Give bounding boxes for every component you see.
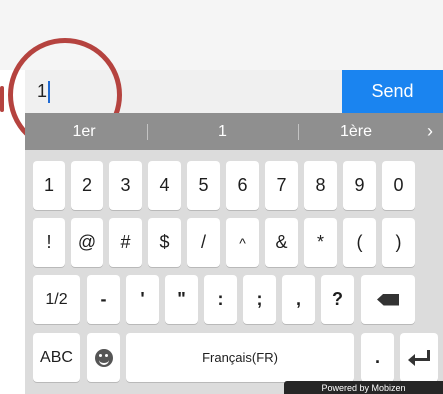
key-0[interactable]: 0 <box>382 161 415 210</box>
key-3[interactable]: 3 <box>109 161 142 210</box>
key-caret[interactable]: ^ <box>226 218 259 267</box>
backspace-icon <box>377 293 399 306</box>
soft-keyboard: 1er 1 1ère › 1 2 3 4 5 6 7 8 9 0 ! @ # $… <box>25 113 443 394</box>
key-dollar[interactable]: $ <box>148 218 181 267</box>
key-period[interactable]: . <box>361 333 394 382</box>
key-6[interactable]: 6 <box>226 161 259 210</box>
key-5[interactable]: 5 <box>187 161 220 210</box>
key-abc[interactable]: ABC <box>33 333 80 382</box>
key-slash[interactable]: / <box>187 218 220 267</box>
suggestion-divider <box>298 124 299 140</box>
suggestion-bar: 1er 1 1ère › <box>25 113 443 150</box>
key-question[interactable]: ? <box>321 275 354 324</box>
key-open-paren[interactable]: ( <box>343 218 376 267</box>
text-cursor <box>48 80 51 103</box>
key-colon[interactable]: : <box>204 275 237 324</box>
message-compose-bar: 1 Send <box>25 70 443 113</box>
key-hash[interactable]: # <box>109 218 142 267</box>
message-input[interactable]: 1 <box>25 70 342 113</box>
powered-by-badge: Powered by Mobizen <box>284 381 443 394</box>
suggestion-item[interactable]: 1 <box>150 113 295 150</box>
space-key[interactable]: Français(FR) <box>126 333 354 382</box>
chevron-right-icon[interactable]: › <box>417 113 443 150</box>
key-apostrophe[interactable]: ' <box>126 275 159 324</box>
key-1[interactable]: 1 <box>33 161 65 210</box>
key-4[interactable]: 4 <box>148 161 181 210</box>
annotation-mark <box>0 86 4 112</box>
key-ampersand[interactable]: & <box>265 218 298 267</box>
key-2[interactable]: 2 <box>71 161 103 210</box>
backspace-key[interactable] <box>361 275 415 324</box>
key-hyphen[interactable]: - <box>87 275 120 324</box>
key-9[interactable]: 9 <box>343 161 376 210</box>
key-8[interactable]: 8 <box>304 161 337 210</box>
key-quote[interactable]: " <box>165 275 198 324</box>
emoji-key[interactable] <box>87 333 120 382</box>
send-button[interactable]: Send <box>342 70 443 113</box>
key-7[interactable]: 7 <box>265 161 298 210</box>
enter-key[interactable] <box>400 333 438 382</box>
suggestion-item[interactable]: 1ère <box>302 113 410 150</box>
key-exclamation[interactable]: ! <box>33 218 65 267</box>
suggestion-divider <box>147 124 148 140</box>
key-at[interactable]: @ <box>71 218 103 267</box>
app-content-area <box>0 0 443 70</box>
enter-icon <box>408 349 430 366</box>
key-comma[interactable]: , <box>282 275 315 324</box>
emoji-icon <box>94 348 113 367</box>
key-close-paren[interactable]: ) <box>382 218 415 267</box>
message-input-value: 1 <box>37 81 48 101</box>
key-semicolon[interactable]: ; <box>243 275 276 324</box>
key-asterisk[interactable]: * <box>304 218 337 267</box>
key-more-symbols[interactable]: 1/2 <box>33 275 80 324</box>
suggestion-item[interactable]: 1er <box>25 113 143 150</box>
